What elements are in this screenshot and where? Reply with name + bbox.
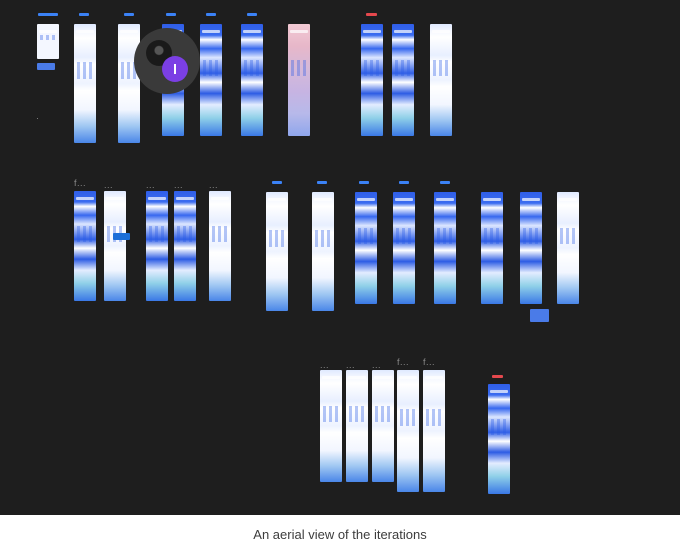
frame-iteration[interactable] xyxy=(320,370,342,482)
frame-name-label[interactable]: ... xyxy=(209,180,218,190)
frame-iteration[interactable] xyxy=(174,191,196,301)
image-caption: An aerial view of the iterations xyxy=(253,527,427,542)
frame-iteration[interactable] xyxy=(241,24,263,136)
frame-iteration[interactable] xyxy=(74,191,96,301)
frame-title-tag[interactable] xyxy=(272,181,282,184)
frame-iteration[interactable] xyxy=(266,192,288,311)
frame-title-tag[interactable] xyxy=(166,13,176,16)
frame-name-label[interactable]: f... xyxy=(74,178,86,188)
floating-component[interactable] xyxy=(113,233,130,240)
frame-iteration[interactable] xyxy=(397,370,419,492)
frame-thumbnail[interactable] xyxy=(530,309,549,322)
frame-name-label[interactable]: ... xyxy=(146,180,155,190)
frame-title-tag[interactable] xyxy=(247,13,257,16)
frame-iteration[interactable] xyxy=(74,24,96,143)
frame-title-tag[interactable] xyxy=(79,13,89,16)
frame-name-label[interactable]: ... xyxy=(346,360,355,370)
frame-title-tag[interactable] xyxy=(124,13,134,16)
frame-iteration[interactable] xyxy=(520,192,542,304)
frame-title-tag[interactable] xyxy=(440,181,450,184)
frame-title-tag[interactable] xyxy=(399,181,409,184)
frame-iteration[interactable] xyxy=(355,192,377,304)
frame-title-tag[interactable] xyxy=(206,13,216,16)
frame-title-tag[interactable] xyxy=(317,181,327,184)
frame-thumbnail[interactable] xyxy=(37,63,55,70)
frame-iteration[interactable] xyxy=(118,24,140,143)
frame-iteration[interactable] xyxy=(200,24,222,136)
frame-iteration[interactable] xyxy=(430,24,452,136)
frame-iteration[interactable] xyxy=(104,191,126,301)
frame-iteration[interactable] xyxy=(423,370,445,492)
frame-iteration[interactable] xyxy=(146,191,168,301)
frame-name-label[interactable]: ... xyxy=(104,180,113,190)
frame-title-tag[interactable] xyxy=(366,13,377,16)
frame-title-tag[interactable] xyxy=(359,181,369,184)
frame-iteration[interactable] xyxy=(312,192,334,311)
frame-name-label[interactable]: ... xyxy=(174,180,183,190)
frame-iteration[interactable] xyxy=(392,24,414,136)
frame-iteration[interactable] xyxy=(434,192,456,304)
frame-title-tag[interactable] xyxy=(492,375,503,378)
text-cursor-icon xyxy=(162,56,188,82)
frame-iteration[interactable] xyxy=(209,191,231,301)
canvas-dot xyxy=(37,118,38,119)
frame-iteration[interactable] xyxy=(393,192,415,304)
frame-iteration[interactable] xyxy=(372,370,394,482)
frame-iteration[interactable] xyxy=(361,24,383,136)
frame-iteration[interactable] xyxy=(346,370,368,482)
frame-name-label[interactable]: f... xyxy=(423,357,435,367)
frame-iteration[interactable] xyxy=(557,192,579,304)
frame-name-label[interactable]: ... xyxy=(320,360,329,370)
frame-title-tag[interactable] xyxy=(38,13,58,16)
design-canvas[interactable]: f... ... ... ... ... ... ... ... f... f.… xyxy=(0,0,680,515)
frame-iteration[interactable] xyxy=(288,24,310,136)
frame-name-label[interactable]: f... xyxy=(397,357,409,367)
frame-iteration[interactable] xyxy=(481,192,503,304)
collaborator-cursor-bubble xyxy=(134,28,200,94)
frame-iteration[interactable] xyxy=(488,384,510,494)
frame-thumbnail[interactable] xyxy=(37,24,59,59)
frame-name-label[interactable]: ... xyxy=(372,360,381,370)
